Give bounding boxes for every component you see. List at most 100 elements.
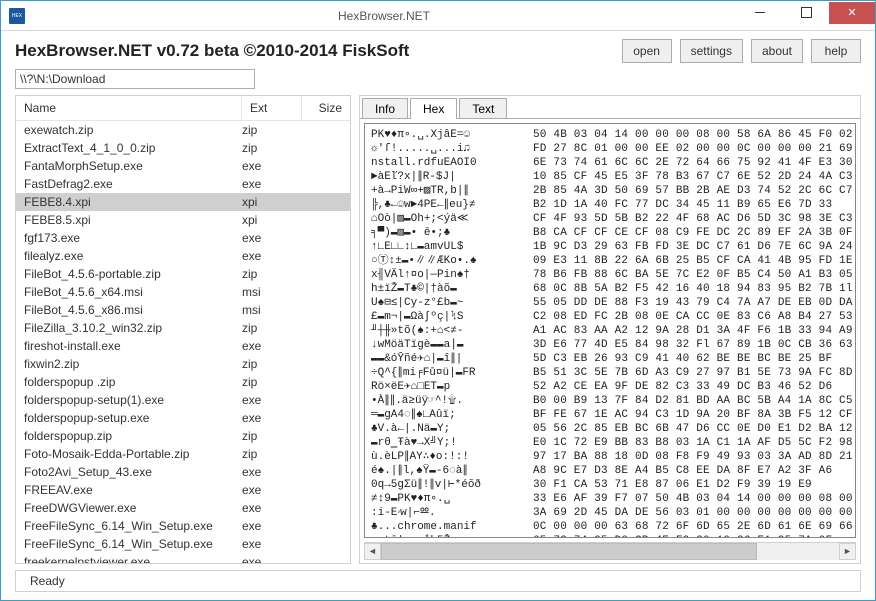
hex-line: h±ïŽ▬T♣©|†àõ▬68 0C 8B 5A B2 F5 42 16 40 … [371,282,853,296]
hex-line: U♠⊟≤|Cy-z°£b▬~55 05 DD DE 88 F3 19 43 79… [371,296,853,310]
file-size [302,411,342,425]
file-name: FREEAV.exe [24,483,242,497]
path-input[interactable] [15,69,255,89]
titlebar[interactable]: HexBrowser.NET [1,1,875,31]
file-row[interactable]: FileBot_4.5.6-portable.zipzip [16,265,350,283]
hex-line: ☼'ſ!.....␣...i♫FD 27 8C 01 00 00 EE 02 0… [371,142,853,156]
hex-ascii: ↓wMöäTïgè▬▬a∣▬ [371,338,521,352]
file-row[interactable]: FastDefrag2.exeexe [16,175,350,193]
file-row[interactable]: fixwin2.zipzip [16,355,350,373]
file-row[interactable]: fgf173.exeexe [16,229,350,247]
file-row[interactable]: FileBot_4.5.6_x86.msimsi [16,301,350,319]
hex-bytes: A1 AC 83 AA A2 12 9A 28 D1 3A 4F F6 1B 3… [521,324,853,338]
hex-line: 0q→5gΣü∥!∥v|⊢*éŏð30 F1 CA 53 71 E8 87 06… [371,478,853,492]
scroll-track[interactable] [381,543,839,560]
file-row[interactable]: FileBot_4.5.6_x64.msimsi [16,283,350,301]
file-ext: zip [242,357,302,371]
hex-line: ♣...chrome.manif0C 00 00 00 63 68 72 6F … [371,520,853,534]
hex-bytes: C2 08 ED FC 2B 08 0E CA CC 0E 83 C6 A8 B… [521,310,853,324]
file-list[interactable]: exewatch.zipzipExtractText_4_1_0_0.zipzi… [16,121,350,563]
hex-ascii: ○Ⓣ↕±▬•∥∥ÆKo•.♠ [371,254,521,268]
file-size [302,339,342,353]
file-size [302,555,342,563]
hex-line: ♣V.à←|.Nä▬Y; 05 56 2C 85 EB BC 6B 47 D6 … [371,422,853,436]
about-button[interactable]: about [751,39,803,63]
file-size [302,231,342,245]
file-size [302,159,342,173]
file-row[interactable]: FEBE8.4.xpixpi [16,193,350,211]
file-row[interactable]: fireshot-install.exeexe [16,337,350,355]
hex-bytes: B8 CA CF CF CE CF 08 C9 FE DC 2C 89 EF 2… [521,226,853,240]
file-row[interactable]: exewatch.zipzip [16,121,350,139]
hex-bytes: 30 F1 CA 53 71 E8 87 06 E1 D2 F9 39 19 E… [521,478,853,492]
hex-bytes: 78 B6 FB 88 6C BA 5E 7C E2 0F B5 C4 50 A… [521,268,853,282]
hex-line: ═▬gA4◌∥♠∟Aûï;BF FE 67 1E AC 94 C3 1D 9A … [371,408,853,422]
file-row[interactable]: Foto-Mosaik-Edda-Portable.zipzip [16,445,350,463]
hex-ascii: estō|▬»→åb5Ž◌¤ [371,534,521,538]
file-name: Foto-Mosaik-Edda-Portable.zip [24,447,242,461]
tab-info[interactable]: Info [362,98,408,119]
file-row[interactable]: FreeDWGViewer.exeexe [16,499,350,517]
tab-text[interactable]: Text [459,98,507,119]
col-ext-header[interactable]: Ext [242,96,302,120]
file-name: fixwin2.zip [24,357,242,371]
file-row[interactable]: FantaMorphSetup.exeexe [16,157,350,175]
hex-line: ►àEľ?x|∥R-$J| 10 85 CF 45 E5 3F 78 B3 67… [371,170,853,184]
scroll-left-arrow-icon[interactable]: ◄ [364,543,381,560]
hex-bytes: 65 73 74 95 D0 CB 4E F3 30 10 86 E1 95 7… [521,534,853,538]
file-row[interactable]: FileZilla_3.10.2_win32.zipzip [16,319,350,337]
hex-horizontal-scrollbar[interactable]: ◄ ► [364,542,856,559]
help-button[interactable]: help [811,39,861,63]
hex-line: nstall.rdfuEAOI06E 73 74 61 6C 6C 2E 72 … [371,156,853,170]
hex-bytes: 50 4B 03 04 14 00 00 00 08 00 58 6A 86 4… [521,128,853,142]
file-name: FEBE8.4.xpi [24,195,242,209]
hex-ascii: +à→PiW∞+▨TR,b|∥ [371,184,521,198]
file-row[interactable]: filealyz.exeexe [16,247,350,265]
hex-view[interactable]: PK♥♦π∘.␣.XjâE=☺50 4B 03 04 14 00 00 00 0… [364,123,856,538]
file-row[interactable]: ExtractText_4_1_0_0.zipzip [16,139,350,157]
file-row[interactable]: FEBE8.5.xpixpi [16,211,350,229]
hex-line: ▬▬&óŶñé✈⌂|▬î∥|5D C3 EB 26 93 C9 41 40 62… [371,352,853,366]
hex-bytes: BF FE 67 1E AC 94 C3 1D 9A 20 BF 8A 3B F… [521,408,853,422]
file-size [302,501,342,515]
hex-ascii: •À∥∥.ä≥üÿ☞^!۩. [371,394,521,408]
col-size-header[interactable]: Size [302,96,350,120]
file-row[interactable]: FreeFileSync_6.14_Win_Setup.exeexe [16,517,350,535]
file-panel: Name Ext Size exewatch.zipzipExtractText… [15,95,351,564]
tab-hex[interactable]: Hex [410,98,457,119]
file-row[interactable]: Foto2Avi_Setup_43.exeexe [16,463,350,481]
minimize-button[interactable] [737,2,783,24]
file-row[interactable]: FreeFileSync_6.14_Win_Setup.exeexe [16,535,350,553]
path-row [1,67,875,95]
close-button[interactable] [829,2,875,24]
file-size [302,285,342,299]
hex-line: :i-Eۥw|⌐Ⳬ.3A 69 2D 45 DA DE 56 03 01 00 … [371,506,853,520]
hex-bytes: 10 85 CF 45 E5 3F 78 B3 67 C7 6E 52 2D 2… [521,170,853,184]
file-ext: exe [242,177,302,191]
scroll-right-arrow-icon[interactable]: ► [839,543,856,560]
hex-ascii: h±ïŽ▬T♣©|†àõ▬ [371,282,521,296]
file-ext: zip [242,267,302,281]
file-name: FileBot_4.5.6_x64.msi [24,285,242,299]
col-name-header[interactable]: Name [16,96,242,120]
file-name: FreeFileSync_6.14_Win_Setup.exe [24,537,242,551]
file-row[interactable]: folderspopup.zipzip [16,427,350,445]
file-size [302,123,342,137]
file-row[interactable]: folderspopup .zipzip [16,373,350,391]
window-controls [737,2,875,24]
settings-button[interactable]: settings [680,39,743,63]
open-button[interactable]: open [622,39,672,63]
hex-ascii: ≠↕9▬PK♥♦π∘.␣ [371,492,521,506]
scroll-thumb[interactable] [381,543,757,560]
file-row[interactable]: freekernelpstviewer.exeexe [16,553,350,563]
file-name: FantaMorphSetup.exe [24,159,242,173]
maximize-button[interactable] [783,2,829,24]
file-row[interactable]: folderspopup-setup.exeexe [16,409,350,427]
file-row[interactable]: folderspopup-setup(1).exeexe [16,391,350,409]
hex-ascii: 0q→5gΣü∥!∥v|⊢*éŏð [371,478,521,492]
file-size [302,429,342,443]
hex-ascii: é♠.|∥l,♠Ÿ▬-6◌à∥ [371,464,521,478]
file-name: FreeFileSync_6.14_Win_Setup.exe [24,519,242,533]
file-name: freekernelpstviewer.exe [24,555,242,563]
file-row[interactable]: FREEAV.exeexe [16,481,350,499]
